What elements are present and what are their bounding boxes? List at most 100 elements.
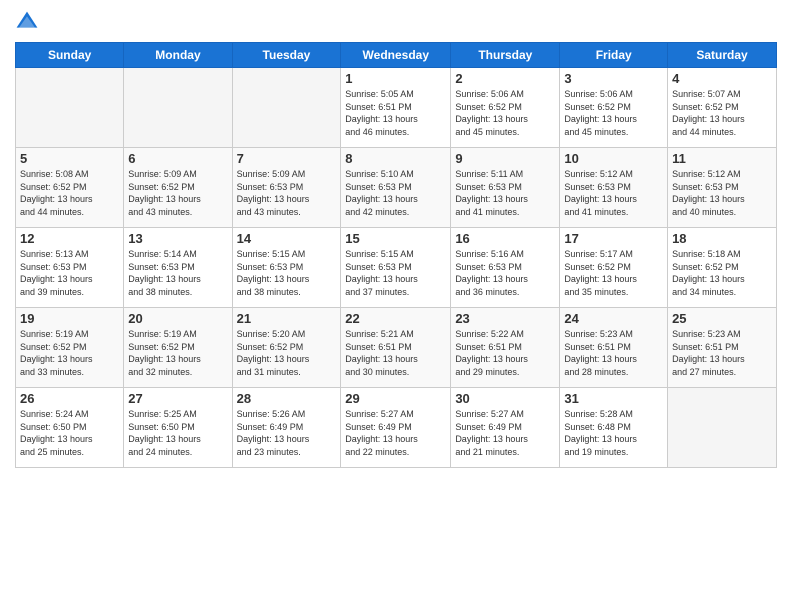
- day-number: 4: [672, 71, 772, 86]
- calendar-cell: 6 Sunrise: 5:09 AM Sunset: 6:52 PM Daylig…: [124, 148, 232, 228]
- day-number: 25: [672, 311, 772, 326]
- calendar-cell: 23 Sunrise: 5:22 AM Sunset: 6:51 PM Dayli…: [451, 308, 560, 388]
- calendar-cell: 2 Sunrise: 5:06 AM Sunset: 6:52 PM Daylig…: [451, 68, 560, 148]
- week-row-3: 12 Sunrise: 5:13 AM Sunset: 6:53 PM Dayli…: [16, 228, 777, 308]
- day-header-tuesday: Tuesday: [232, 43, 341, 68]
- calendar-cell: 24 Sunrise: 5:23 AM Sunset: 6:51 PM Dayli…: [560, 308, 668, 388]
- cell-content: Sunrise: 5:07 AM Sunset: 6:52 PM Dayligh…: [672, 88, 772, 138]
- calendar-cell: 29 Sunrise: 5:27 AM Sunset: 6:49 PM Dayli…: [341, 388, 451, 468]
- cell-content: Sunrise: 5:08 AM Sunset: 6:52 PM Dayligh…: [20, 168, 119, 218]
- day-number: 5: [20, 151, 119, 166]
- calendar-cell: 31 Sunrise: 5:28 AM Sunset: 6:48 PM Dayli…: [560, 388, 668, 468]
- day-number: 2: [455, 71, 555, 86]
- day-number: 1: [345, 71, 446, 86]
- calendar: SundayMondayTuesdayWednesdayThursdayFrid…: [15, 42, 777, 468]
- cell-content: Sunrise: 5:27 AM Sunset: 6:49 PM Dayligh…: [455, 408, 555, 458]
- day-number: 12: [20, 231, 119, 246]
- calendar-cell: 28 Sunrise: 5:26 AM Sunset: 6:49 PM Dayli…: [232, 388, 341, 468]
- calendar-cell: 12 Sunrise: 5:13 AM Sunset: 6:53 PM Dayli…: [16, 228, 124, 308]
- calendar-cell: 3 Sunrise: 5:06 AM Sunset: 6:52 PM Daylig…: [560, 68, 668, 148]
- day-number: 31: [564, 391, 663, 406]
- calendar-cell: 18 Sunrise: 5:18 AM Sunset: 6:52 PM Dayli…: [668, 228, 777, 308]
- day-number: 15: [345, 231, 446, 246]
- day-header-friday: Friday: [560, 43, 668, 68]
- calendar-cell: 19 Sunrise: 5:19 AM Sunset: 6:52 PM Dayli…: [16, 308, 124, 388]
- calendar-cell: 9 Sunrise: 5:11 AM Sunset: 6:53 PM Daylig…: [451, 148, 560, 228]
- cell-content: Sunrise: 5:23 AM Sunset: 6:51 PM Dayligh…: [672, 328, 772, 378]
- calendar-cell: 22Sunrise: 5:21 AM Sunset: 6:51 PM Dayli…: [341, 308, 451, 388]
- day-number: 21: [237, 311, 337, 326]
- day-number: 27: [128, 391, 227, 406]
- calendar-cell: 11 Sunrise: 5:12 AM Sunset: 6:53 PM Dayli…: [668, 148, 777, 228]
- cell-content: Sunrise: 5:11 AM Sunset: 6:53 PM Dayligh…: [455, 168, 555, 218]
- calendar-cell: 26 Sunrise: 5:24 AM Sunset: 6:50 PM Dayli…: [16, 388, 124, 468]
- calendar-cell: 10Sunrise: 5:12 AM Sunset: 6:53 PM Dayli…: [560, 148, 668, 228]
- header-row: SundayMondayTuesdayWednesdayThursdayFrid…: [16, 43, 777, 68]
- cell-content: Sunrise: 5:10 AM Sunset: 6:53 PM Dayligh…: [345, 168, 446, 218]
- day-number: 8: [345, 151, 446, 166]
- day-number: 22: [345, 311, 446, 326]
- calendar-cell: 7Sunrise: 5:09 AM Sunset: 6:53 PM Daylig…: [232, 148, 341, 228]
- calendar-cell: [16, 68, 124, 148]
- page: SundayMondayTuesdayWednesdayThursdayFrid…: [0, 0, 792, 478]
- calendar-cell: 21Sunrise: 5:20 AM Sunset: 6:52 PM Dayli…: [232, 308, 341, 388]
- day-number: 23: [455, 311, 555, 326]
- day-number: 13: [128, 231, 227, 246]
- week-row-1: 1 Sunrise: 5:05 AM Sunset: 6:51 PM Daylig…: [16, 68, 777, 148]
- cell-content: Sunrise: 5:12 AM Sunset: 6:53 PM Dayligh…: [672, 168, 772, 218]
- cell-content: Sunrise: 5:12 AM Sunset: 6:53 PM Dayligh…: [564, 168, 663, 218]
- calendar-cell: 5 Sunrise: 5:08 AM Sunset: 6:52 PM Daylig…: [16, 148, 124, 228]
- logo-icon: [15, 10, 39, 34]
- cell-content: Sunrise: 5:06 AM Sunset: 6:52 PM Dayligh…: [455, 88, 555, 138]
- cell-content: Sunrise: 5:26 AM Sunset: 6:49 PM Dayligh…: [237, 408, 337, 458]
- cell-content: Sunrise: 5:23 AM Sunset: 6:51 PM Dayligh…: [564, 328, 663, 378]
- cell-content: Sunrise: 5:22 AM Sunset: 6:51 PM Dayligh…: [455, 328, 555, 378]
- calendar-cell: 16Sunrise: 5:16 AM Sunset: 6:53 PM Dayli…: [451, 228, 560, 308]
- day-number: 29: [345, 391, 446, 406]
- day-number: 26: [20, 391, 119, 406]
- cell-content: Sunrise: 5:13 AM Sunset: 6:53 PM Dayligh…: [20, 248, 119, 298]
- day-number: 30: [455, 391, 555, 406]
- cell-content: Sunrise: 5:19 AM Sunset: 6:52 PM Dayligh…: [128, 328, 227, 378]
- day-number: 14: [237, 231, 337, 246]
- calendar-cell: 4 Sunrise: 5:07 AM Sunset: 6:52 PM Daylig…: [668, 68, 777, 148]
- calendar-cell: 15 Sunrise: 5:15 AM Sunset: 6:53 PM Dayli…: [341, 228, 451, 308]
- calendar-cell: 20Sunrise: 5:19 AM Sunset: 6:52 PM Dayli…: [124, 308, 232, 388]
- day-number: 28: [237, 391, 337, 406]
- cell-content: Sunrise: 5:09 AM Sunset: 6:53 PM Dayligh…: [237, 168, 337, 218]
- calendar-cell: 25 Sunrise: 5:23 AM Sunset: 6:51 PM Dayli…: [668, 308, 777, 388]
- day-header-sunday: Sunday: [16, 43, 124, 68]
- day-header-saturday: Saturday: [668, 43, 777, 68]
- day-number: 24: [564, 311, 663, 326]
- calendar-cell: [668, 388, 777, 468]
- cell-content: Sunrise: 5:28 AM Sunset: 6:48 PM Dayligh…: [564, 408, 663, 458]
- cell-content: Sunrise: 5:19 AM Sunset: 6:52 PM Dayligh…: [20, 328, 119, 378]
- day-header-monday: Monday: [124, 43, 232, 68]
- cell-content: Sunrise: 5:05 AM Sunset: 6:51 PM Dayligh…: [345, 88, 446, 138]
- cell-content: Sunrise: 5:14 AM Sunset: 6:53 PM Dayligh…: [128, 248, 227, 298]
- calendar-cell: 14 Sunrise: 5:15 AM Sunset: 6:53 PM Dayli…: [232, 228, 341, 308]
- day-number: 11: [672, 151, 772, 166]
- calendar-cell: 17Sunrise: 5:17 AM Sunset: 6:52 PM Dayli…: [560, 228, 668, 308]
- cell-content: Sunrise: 5:24 AM Sunset: 6:50 PM Dayligh…: [20, 408, 119, 458]
- day-number: 18: [672, 231, 772, 246]
- cell-content: Sunrise: 5:18 AM Sunset: 6:52 PM Dayligh…: [672, 248, 772, 298]
- cell-content: Sunrise: 5:27 AM Sunset: 6:49 PM Dayligh…: [345, 408, 446, 458]
- cell-content: Sunrise: 5:15 AM Sunset: 6:53 PM Dayligh…: [237, 248, 337, 298]
- day-number: 17: [564, 231, 663, 246]
- day-number: 19: [20, 311, 119, 326]
- day-header-thursday: Thursday: [451, 43, 560, 68]
- calendar-cell: [124, 68, 232, 148]
- calendar-cell: 1 Sunrise: 5:05 AM Sunset: 6:51 PM Daylig…: [341, 68, 451, 148]
- cell-content: Sunrise: 5:16 AM Sunset: 6:53 PM Dayligh…: [455, 248, 555, 298]
- week-row-5: 26 Sunrise: 5:24 AM Sunset: 6:50 PM Dayli…: [16, 388, 777, 468]
- calendar-cell: [232, 68, 341, 148]
- cell-content: Sunrise: 5:15 AM Sunset: 6:53 PM Dayligh…: [345, 248, 446, 298]
- day-number: 9: [455, 151, 555, 166]
- header: [15, 10, 777, 34]
- calendar-cell: 13 Sunrise: 5:14 AM Sunset: 6:53 PM Dayli…: [124, 228, 232, 308]
- cell-content: Sunrise: 5:09 AM Sunset: 6:52 PM Dayligh…: [128, 168, 227, 218]
- day-number: 6: [128, 151, 227, 166]
- cell-content: Sunrise: 5:06 AM Sunset: 6:52 PM Dayligh…: [564, 88, 663, 138]
- day-number: 3: [564, 71, 663, 86]
